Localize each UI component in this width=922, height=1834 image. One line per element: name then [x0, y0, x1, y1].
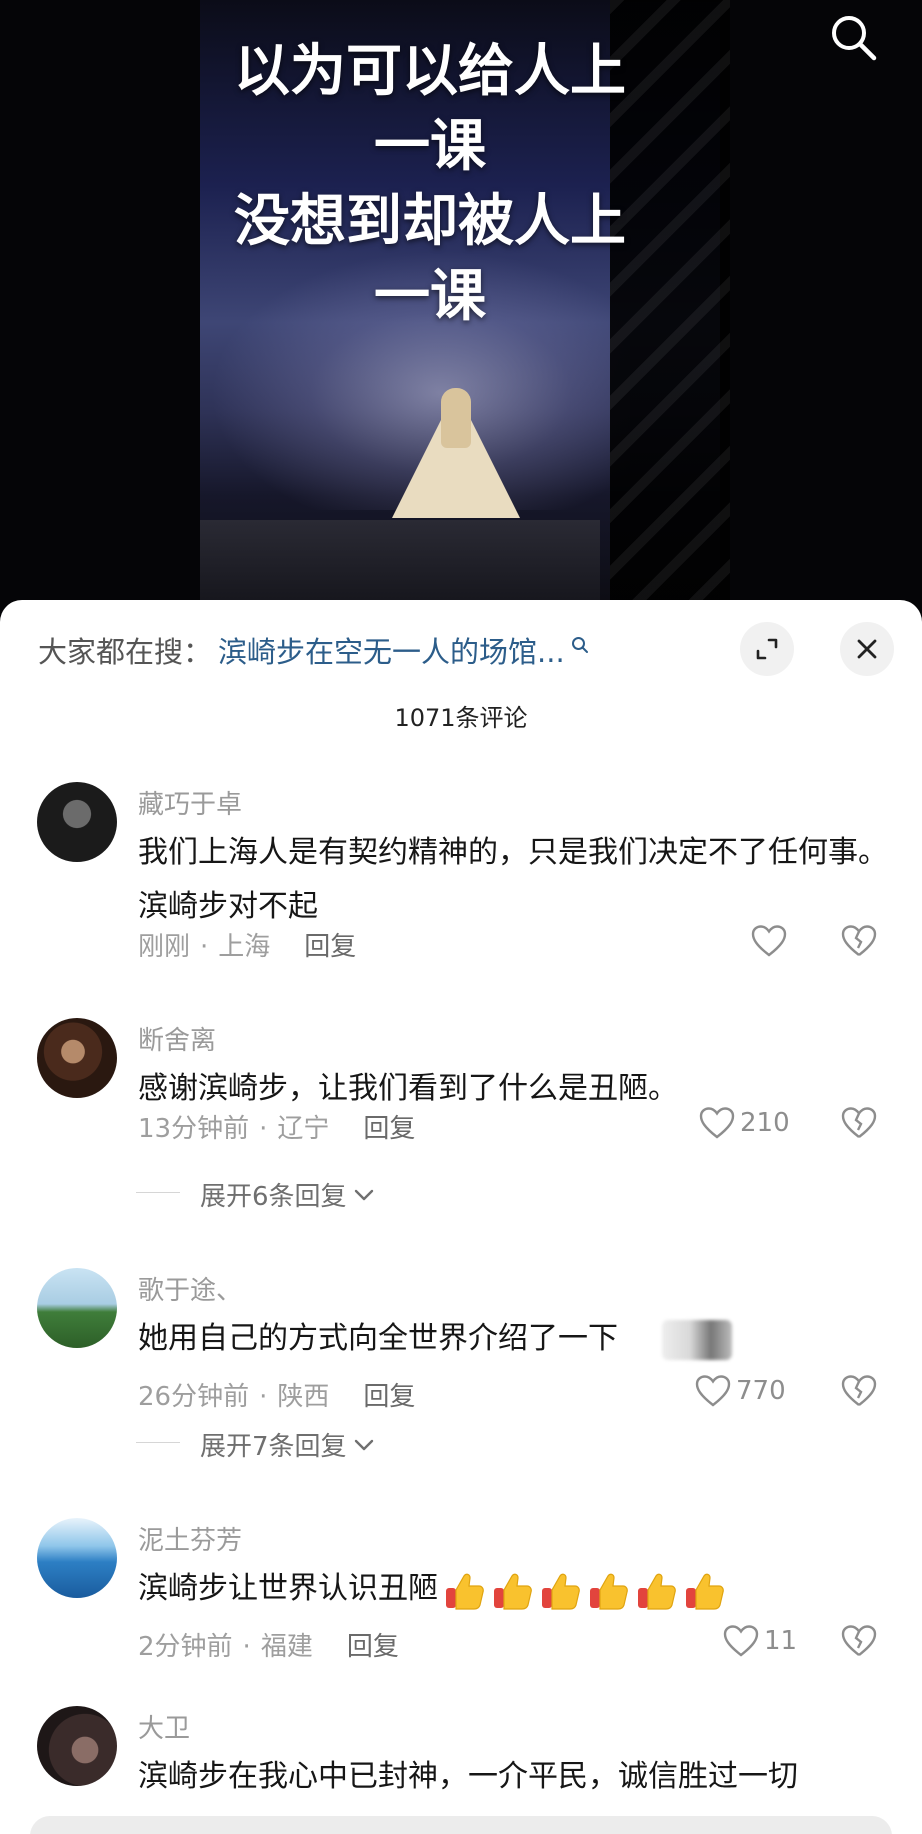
comment-username[interactable]: 断舍离 [138, 1020, 216, 1057]
comment-text: 她用自己的方式向全世界介绍了一下 [138, 1312, 898, 1366]
reply-button[interactable]: 回复 [363, 1114, 415, 1144]
search-icon [571, 637, 588, 653]
comment-text-content: 滨崎步让世界认识丑陋 [138, 1571, 438, 1606]
comment-meta: 26分钟前 · 陕西 回复 [138, 1382, 416, 1412]
like-button[interactable]: 210 [698, 1106, 790, 1140]
comment-username[interactable]: 藏巧于卓 [138, 784, 242, 821]
chevron-down-icon [354, 1439, 373, 1450]
comment-location: 陕西 [277, 1382, 330, 1412]
blurred-sticker [661, 1319, 732, 1360]
divider [136, 1192, 180, 1193]
expand-replies-label: 展开7条回复 [200, 1432, 347, 1462]
dislike-button[interactable] [840, 1374, 878, 1412]
dislike-button[interactable] [840, 1106, 878, 1144]
heart-icon [751, 925, 787, 957]
comment-time: 刚刚 [138, 932, 191, 962]
heart-icon [723, 1625, 759, 1657]
heart-icon [695, 1375, 731, 1407]
thumbs-up-icon [634, 1568, 678, 1612]
like-button[interactable]: 770 [694, 1374, 786, 1408]
expand-replies-label: 展开6条回复 [200, 1182, 347, 1212]
like-count: 210 [740, 1108, 790, 1138]
divider [136, 1442, 180, 1443]
thumbs-up-icon [490, 1568, 534, 1612]
reply-button[interactable]: 回复 [347, 1632, 399, 1662]
comment-time: 13分钟前 [138, 1114, 250, 1144]
chevron-down-icon [354, 1189, 373, 1200]
thumbs-up-icon [682, 1568, 726, 1612]
close-sheet-button[interactable] [840, 622, 894, 676]
comment-input-bar[interactable] [30, 1816, 892, 1834]
expand-sheet-button[interactable] [740, 622, 794, 676]
caption-line: 没想到却被人上 [234, 189, 626, 254]
thumbs-up-icon [538, 1568, 582, 1612]
trending-search[interactable]: 大家都在搜： 滨崎步在空无一人的场馆... [38, 630, 678, 670]
emoji-row [438, 1571, 726, 1610]
video-caption: 以为可以给人上 一课 没想到却被人上 一课 [190, 34, 670, 334]
comment-location: 福建 [260, 1632, 313, 1662]
caption-line: 一课 [374, 264, 486, 329]
broken-heart-icon [841, 1625, 877, 1656]
avatar[interactable] [37, 782, 117, 862]
avatar[interactable] [37, 1706, 117, 1786]
trending-search-prefix: 大家都在搜： [38, 635, 213, 669]
avatar[interactable] [37, 1018, 117, 1098]
avatar[interactable] [37, 1518, 117, 1598]
comment-location: 辽宁 [277, 1114, 330, 1144]
trending-search-query[interactable]: 滨崎步在空无一人的场馆... [218, 629, 565, 671]
comment-meta: 刚刚 · 上海 回复 [138, 932, 357, 962]
performer [441, 388, 471, 448]
comment-username[interactable]: 泥土芬芳 [138, 1520, 242, 1557]
video-player[interactable]: 以为可以给人上 一课 没想到却被人上 一课 [0, 0, 922, 620]
heart-icon [699, 1107, 735, 1139]
comment-text: 滨崎步让世界认识丑陋 [138, 1562, 898, 1616]
broken-heart-icon [841, 1375, 877, 1406]
reply-button[interactable]: 回复 [304, 932, 356, 962]
broken-heart-icon [841, 1107, 877, 1138]
comment-text-content: 她用自己的方式向全世界介绍了一下 [138, 1321, 618, 1356]
comment-username[interactable]: 大卫 [138, 1708, 190, 1745]
dislike-button[interactable] [840, 924, 878, 962]
like-count: 770 [736, 1376, 786, 1406]
comment-text: 滨崎步在我心中已封神，一介平民，诚信胜过一切 [138, 1759, 798, 1794]
comment-sheet: 大家都在搜： 滨崎步在空无一人的场馆... 1071条评论 藏巧于卓 我们上海人… [0, 600, 922, 1834]
reply-button[interactable]: 回复 [363, 1382, 415, 1412]
comment-time: 26分钟前 [138, 1382, 250, 1412]
close-icon [857, 639, 877, 659]
comment-count: 1071条评论 [394, 704, 528, 732]
search-button[interactable] [826, 10, 882, 66]
caption-line: 以为可以给人上 [234, 39, 626, 104]
dislike-button[interactable] [840, 1624, 878, 1662]
like-count: 11 [764, 1626, 798, 1656]
comment-text: 我们上海人是有契约精神的，只是我们决定不了任何事。滨崎步对不起 [138, 835, 888, 924]
comment-location: 上海 [218, 932, 271, 962]
avatar[interactable] [37, 1268, 117, 1348]
expand-replies-button[interactable]: 展开7条回复 [136, 1426, 375, 1463]
comment-username[interactable]: 歌于途、 [138, 1270, 242, 1307]
expand-replies-button[interactable]: 展开6条回复 [136, 1176, 375, 1213]
broken-heart-icon [841, 925, 877, 956]
thumbs-up-icon [442, 1568, 486, 1612]
expand-icon [756, 638, 778, 660]
comment-meta: 13分钟前 · 辽宁 回复 [138, 1114, 416, 1144]
search-icon [832, 16, 877, 61]
comment-time: 2分钟前 [138, 1632, 233, 1662]
like-button[interactable] [750, 924, 788, 958]
like-button[interactable]: 11 [722, 1624, 797, 1658]
thumbs-up-icon [586, 1568, 630, 1612]
caption-line: 一课 [374, 114, 486, 179]
comment-meta: 2分钟前 · 福建 回复 [138, 1632, 399, 1662]
